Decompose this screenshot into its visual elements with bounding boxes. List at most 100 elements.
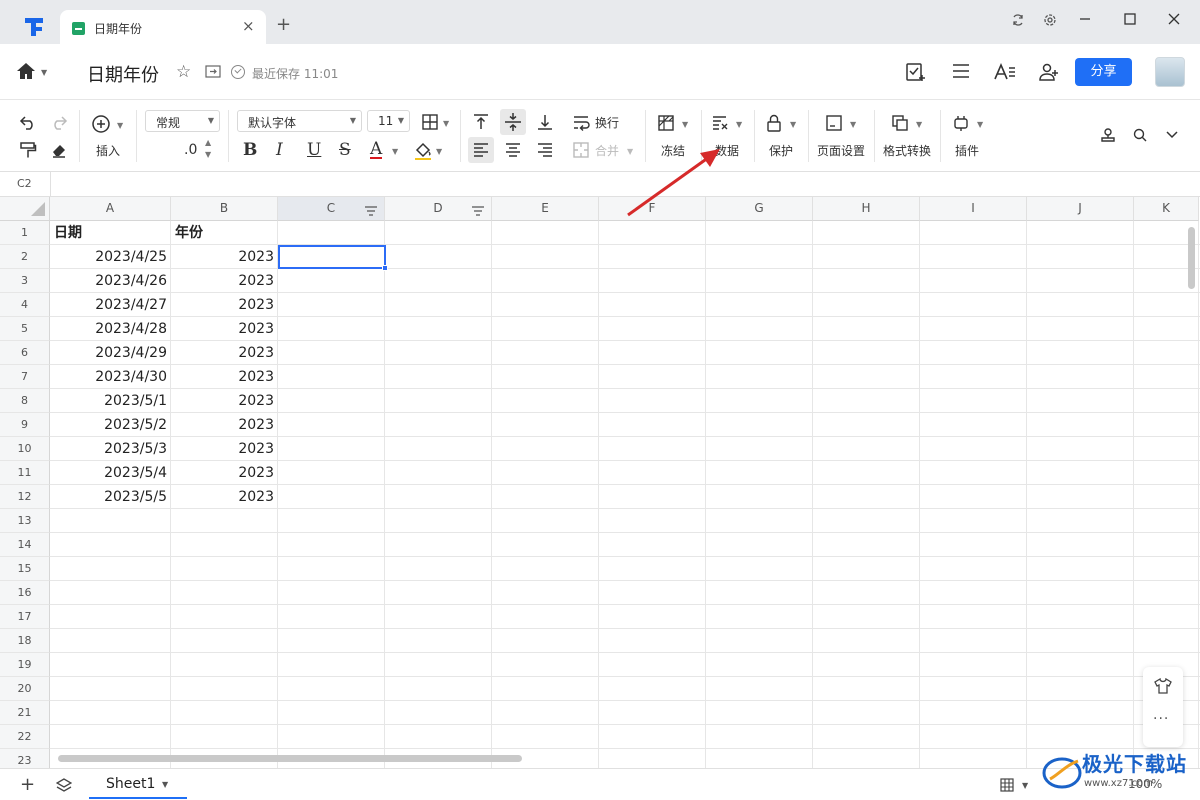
bold-button[interactable]: B xyxy=(243,142,257,159)
column-header-d[interactable]: D xyxy=(385,197,492,221)
row-header[interactable]: 4 xyxy=(0,293,50,317)
header-cell-year[interactable]: 年份 xyxy=(171,221,278,245)
row-header[interactable]: 6 xyxy=(0,341,50,365)
home-icon[interactable] xyxy=(16,62,36,83)
font-size-select[interactable]: 11 ▼ xyxy=(367,110,410,132)
review-add-icon[interactable] xyxy=(905,62,927,85)
date-cell[interactable]: 2023/5/3 xyxy=(50,437,171,461)
fill-color-icon[interactable] xyxy=(413,141,433,164)
chevron-down-icon[interactable]: ▼ xyxy=(41,68,47,77)
chevron-down-icon[interactable]: ▼ xyxy=(682,120,688,129)
row-header[interactable]: 23 xyxy=(0,749,50,768)
row-header[interactable]: 11 xyxy=(0,461,50,485)
merge-cells-icon[interactable] xyxy=(572,141,590,162)
font-family-select[interactable]: 默认字体 ▼ xyxy=(237,110,362,132)
lock-icon[interactable] xyxy=(766,114,782,135)
row-header[interactable]: 9 xyxy=(0,413,50,437)
sheet-list-icon[interactable] xyxy=(55,778,73,795)
chevron-down-icon[interactable]: ▼ xyxy=(117,121,123,130)
column-filter-icon[interactable] xyxy=(364,202,378,225)
row-header[interactable]: 3 xyxy=(0,269,50,293)
underline-button[interactable]: U xyxy=(307,142,321,159)
sheet-tab[interactable]: Sheet1 ▼ xyxy=(89,769,187,799)
year-cell[interactable]: 2023 xyxy=(171,485,278,509)
chevron-down-icon[interactable]: ▼ xyxy=(205,150,211,159)
date-cell[interactable]: 2023/4/28 xyxy=(50,317,171,341)
year-cell[interactable]: 2023 xyxy=(171,341,278,365)
align-top-icon[interactable] xyxy=(472,113,490,134)
menu-icon[interactable] xyxy=(951,62,971,83)
chevron-down-icon[interactable]: ▼ xyxy=(1022,781,1028,790)
row-header[interactable]: 15 xyxy=(0,557,50,581)
settings-icon[interactable] xyxy=(1043,13,1057,31)
page-setup-icon[interactable] xyxy=(825,114,843,135)
year-cell[interactable]: 2023 xyxy=(171,293,278,317)
eraser-icon[interactable] xyxy=(50,141,68,162)
chevron-up-icon[interactable]: ▲ xyxy=(205,138,211,147)
freeze-panes-icon[interactable] xyxy=(657,114,675,135)
column-header-k[interactable]: K xyxy=(1134,197,1199,221)
select-all-corner[interactable] xyxy=(0,197,50,221)
font-color-button[interactable]: A xyxy=(370,141,383,159)
vertical-scrollbar[interactable] xyxy=(1188,227,1195,289)
column-filter-icon[interactable] xyxy=(471,202,485,225)
plugin-icon[interactable] xyxy=(952,114,970,135)
row-header[interactable]: 20 xyxy=(0,677,50,701)
maximize-icon[interactable] xyxy=(1124,13,1136,29)
chevron-down-icon[interactable]: ▼ xyxy=(443,119,449,128)
row-header[interactable]: 10 xyxy=(0,437,50,461)
insert-plus-icon[interactable] xyxy=(91,114,111,137)
spreadsheet-grid[interactable]: ABCDEFGHIJK 1 2 3 4 5 6 7 8 9 10 11 12 13 14 15 16 17 18 1… xyxy=(0,197,1200,768)
view-mode-icon[interactable] xyxy=(1000,778,1014,795)
tab-close-icon[interactable]: × xyxy=(242,17,255,35)
more-options-icon[interactable]: ··· xyxy=(1153,711,1169,727)
redo-icon[interactable] xyxy=(50,114,68,133)
row-header[interactable]: 8 xyxy=(0,389,50,413)
row-header[interactable]: 21 xyxy=(0,701,50,725)
row-header[interactable]: 14 xyxy=(0,533,50,557)
collapse-toolbar-icon[interactable] xyxy=(1165,129,1179,144)
year-cell[interactable]: 2023 xyxy=(171,365,278,389)
share-button[interactable]: 分享 xyxy=(1075,58,1132,86)
year-cell[interactable]: 2023 xyxy=(171,245,278,269)
stamp-icon[interactable] xyxy=(1099,127,1115,146)
row-header[interactable]: 1 xyxy=(0,221,50,245)
row-header[interactable]: 17 xyxy=(0,605,50,629)
align-bottom-icon[interactable] xyxy=(536,113,554,134)
row-header[interactable]: 16 xyxy=(0,581,50,605)
star-icon[interactable]: ☆ xyxy=(176,62,191,82)
refresh-icon[interactable] xyxy=(1011,13,1025,31)
horizontal-scrollbar[interactable] xyxy=(58,755,522,762)
chevron-down-icon[interactable]: ▼ xyxy=(736,120,742,129)
protect-button[interactable]: 保护 xyxy=(769,142,793,159)
date-cell[interactable]: 2023/4/30 xyxy=(50,365,171,389)
date-cell[interactable]: 2023/4/27 xyxy=(50,293,171,317)
borders-icon[interactable] xyxy=(421,113,439,134)
merge-cells-button[interactable]: 合并 xyxy=(595,142,619,159)
row-header[interactable]: 7 xyxy=(0,365,50,389)
row-header[interactable]: 12 xyxy=(0,485,50,509)
page-setup-button[interactable]: 页面设置 xyxy=(817,142,865,159)
date-cell[interactable]: 2023/4/26 xyxy=(50,269,171,293)
row-header[interactable]: 18 xyxy=(0,629,50,653)
search-icon[interactable] xyxy=(1132,127,1148,146)
column-header-j[interactable]: J xyxy=(1027,197,1134,221)
year-cell[interactable]: 2023 xyxy=(171,461,278,485)
theme-shirt-icon[interactable] xyxy=(1154,677,1172,697)
chevron-down-icon[interactable]: ▼ xyxy=(162,780,168,789)
chevron-down-icon[interactable]: ▼ xyxy=(436,147,442,156)
column-header-i[interactable]: I xyxy=(920,197,1027,221)
row-header[interactable]: 2 xyxy=(0,245,50,269)
row-header[interactable]: 19 xyxy=(0,653,50,677)
format-convert-icon[interactable] xyxy=(891,114,909,135)
chevron-down-icon[interactable]: ▼ xyxy=(850,120,856,129)
chevron-down-icon[interactable]: ▼ xyxy=(916,120,922,129)
minimize-icon[interactable] xyxy=(1079,13,1091,29)
year-cell[interactable]: 2023 xyxy=(171,269,278,293)
text-size-icon[interactable] xyxy=(993,62,1017,85)
row-header[interactable]: 22 xyxy=(0,725,50,749)
plugin-button[interactable]: 插件 xyxy=(955,142,979,159)
row-header[interactable]: 5 xyxy=(0,317,50,341)
avatar[interactable] xyxy=(1155,57,1185,87)
app-logo-icon[interactable] xyxy=(22,15,46,39)
